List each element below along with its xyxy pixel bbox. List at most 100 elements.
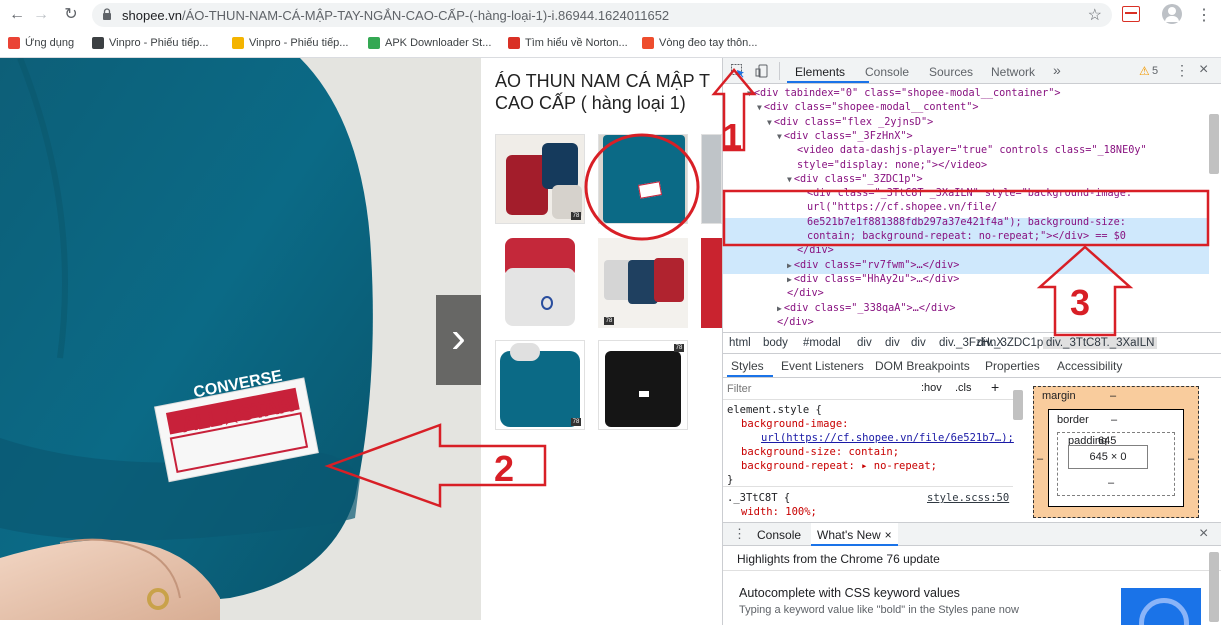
styles-scrollbar[interactable]	[1013, 390, 1023, 420]
dom-node-line[interactable]: 6e521b7e1f881388fdb297a37e421f4a"); back…	[807, 217, 1126, 228]
bookmark-item[interactable]: Tìm hiểu về Norton...	[508, 35, 628, 51]
menu-dots-icon[interactable]: ⋮	[1196, 5, 1212, 25]
expand-right-icon[interactable]: ▶	[777, 304, 782, 313]
thumbnail-4[interactable]	[495, 238, 585, 328]
expand-down-icon[interactable]: ▼	[787, 175, 792, 184]
expand-down-icon[interactable]: ▼	[747, 89, 752, 98]
dom-node-line[interactable]: ▼ <div class="_3ZDC1p">	[787, 174, 923, 185]
styles-filter-input[interactable]	[727, 381, 907, 397]
vinpro-icon	[92, 37, 104, 49]
profile-avatar[interactable]	[1162, 4, 1182, 24]
dom-node-line[interactable]: </div>	[797, 245, 834, 256]
hov-toggle[interactable]: :hov	[921, 382, 942, 394]
tab-console[interactable]: Console	[865, 65, 909, 79]
dom-node-line[interactable]: ▼ <div tabindex="0" class="shopee-modal__…	[747, 88, 1061, 99]
thumbnail-3[interactable]	[701, 134, 722, 224]
dom-node-line[interactable]: ▼ <div class="shopee-modal__content">	[757, 102, 979, 113]
toolbar-divider	[779, 62, 780, 80]
warning-icon[interactable]: ⚠	[1139, 64, 1150, 78]
thumbnail-5[interactable]: 78	[598, 238, 688, 328]
inspect-element-icon[interactable]	[731, 64, 745, 78]
drawer-tab-console[interactable]: Console	[757, 528, 801, 542]
expand-right-icon[interactable]: ▶	[787, 261, 792, 270]
device-toolbar-icon[interactable]	[755, 64, 769, 78]
styles-subtab[interactable]: Accessibility	[1057, 359, 1122, 373]
feature-title[interactable]: Autocomplete with CSS keyword values	[739, 586, 960, 600]
dom-node-line[interactable]: ▼ <div class="_3FzHnX">	[777, 131, 913, 142]
close-devtools-icon[interactable]: ×	[1199, 61, 1208, 79]
breadcrumb-item[interactable]: div	[857, 337, 872, 349]
tab-elements[interactable]: Elements	[795, 65, 845, 79]
bookmark-star-icon[interactable]: ☆	[1088, 5, 1102, 25]
css-val-background-url[interactable]: url(https://cf.shopee.vn/file/6e521b7…);	[761, 432, 1014, 444]
bookmark-label: Ứng dụng	[25, 37, 75, 49]
expand-down-icon[interactable]: ▼	[757, 103, 762, 112]
close-drawer-icon[interactable]: ×	[1199, 525, 1208, 543]
css-prop-background-image[interactable]: background-image:	[741, 418, 848, 430]
thumbnail-6[interactable]	[701, 238, 722, 328]
drawer-menu-icon[interactable]: ⋮	[733, 526, 746, 542]
thumbnail-2-selected[interactable]	[598, 134, 688, 224]
more-tabs-button[interactable]: »	[1053, 62, 1061, 78]
bookmark-item[interactable]: Vinpro - Phiếu tiếp...	[232, 35, 348, 51]
bookmark-item[interactable]: Vinpro - Phiếu tiếp...	[92, 35, 208, 51]
dom-node-line[interactable]: ▼ <div class="flex _2yjnsD">	[767, 117, 933, 128]
product-main-image[interactable]: CONVERSE ALL★STAR	[0, 58, 481, 620]
dom-node-line[interactable]: ▶ <div class="_338qaA">…</div>	[777, 303, 956, 314]
dom-node-line[interactable]: url("https://cf.shopee.vn/file/	[807, 202, 997, 213]
cls-toggle[interactable]: .cls	[955, 382, 972, 394]
dom-node-text: style="display: none;"></video>	[797, 159, 988, 171]
devtools-menu-icon[interactable]: ⋮	[1175, 62, 1189, 79]
omnibox[interactable]: shopee.vn/ÁO-THUN-NAM-CÁ-MẬP-TAY-NGẮN-CA…	[92, 3, 1112, 27]
styles-subtab[interactable]: Properties	[985, 359, 1040, 373]
expand-right-icon[interactable]: ▶	[787, 275, 792, 284]
breadcrumb-item[interactable]: body	[763, 337, 788, 349]
styles-subtab[interactable]: Event Listeners	[781, 359, 864, 373]
styles-subtab[interactable]: Styles	[731, 359, 764, 373]
dom-node-line[interactable]: </div>	[787, 288, 824, 299]
drawer-scrollbar[interactable]	[1209, 552, 1219, 622]
chevron-right-icon: ›	[451, 313, 466, 362]
bookmark-item[interactable]: APK Downloader St...	[368, 35, 491, 51]
breadcrumb-item[interactable]: div	[885, 337, 900, 349]
elements-scrollbar[interactable]	[1209, 114, 1219, 174]
feature-thumbnail[interactable]	[1121, 588, 1201, 625]
reload-button[interactable]: ↻	[60, 4, 82, 26]
add-style-rule-button[interactable]: +	[991, 379, 999, 395]
drawer-tab-whats-new-label: What's New	[817, 528, 881, 542]
next-image-button[interactable]: ›	[436, 295, 481, 385]
dom-node-line[interactable]: <video data-dashjs-player="true" control…	[797, 145, 1147, 156]
breadcrumb-item[interactable]: html	[729, 337, 751, 349]
dom-node-line[interactable]: </div>	[777, 317, 814, 328]
styles-subtab[interactable]: DOM Breakpoints	[875, 359, 970, 373]
thumbnail-1[interactable]: 78	[495, 134, 585, 224]
extension-icon[interactable]	[1122, 6, 1140, 22]
bookmark-item[interactable]: Ứng dụng	[8, 35, 74, 51]
dom-node-line[interactable]: ▶ <div class="HhAy2u">…</div>	[787, 274, 959, 285]
expand-down-icon[interactable]: ▼	[777, 132, 782, 141]
breadcrumb-item[interactable]: div	[911, 337, 926, 349]
back-button[interactable]: ←	[6, 4, 28, 26]
thumbnail-8[interactable]: 78	[598, 340, 688, 430]
dom-node-line[interactable]: ▶ <div class="rv7fwm">…</div>	[787, 260, 959, 271]
breadcrumb-item[interactable]: div._3ZDC1p	[977, 337, 1043, 349]
breadcrumb-item[interactable]: div._3TtC8T._3XaILN	[1043, 337, 1158, 349]
css-prop-width[interactable]: width: 100%;	[741, 506, 817, 518]
forward-button[interactable]: →	[30, 4, 52, 26]
css-prop-background-size[interactable]: background-size: contain;	[741, 446, 899, 458]
bookmark-item[interactable]: Vòng đeo tay thôn...	[642, 35, 757, 51]
thumbnail-7[interactable]: 78	[495, 340, 585, 430]
dom-node-line[interactable]: style="display: none;"></video>	[797, 160, 987, 171]
dom-node-line[interactable]: contain; background-repeat: no-repeat;">…	[807, 231, 1126, 242]
active-tab-indicator	[787, 81, 869, 83]
url-text: shopee.vn/ÁO-THUN-NAM-CÁ-MẬP-TAY-NGẮN-CA…	[122, 8, 669, 23]
drawer-tab-whats-new[interactable]: What's New ×	[811, 523, 898, 546]
breadcrumb-item[interactable]: #modal	[803, 337, 841, 349]
tab-network[interactable]: Network	[991, 65, 1035, 79]
drawer-tab-close-icon[interactable]: ×	[885, 528, 892, 544]
dom-node-line[interactable]: <div class="_3TtC8T _3XaILN" style="back…	[807, 188, 1132, 199]
tab-sources[interactable]: Sources	[929, 65, 973, 79]
css-source-link[interactable]: style.scss:50	[927, 492, 1009, 504]
css-prop-background-repeat[interactable]: background-repeat: ▸ no-repeat;	[741, 460, 937, 472]
expand-down-icon[interactable]: ▼	[767, 118, 772, 127]
